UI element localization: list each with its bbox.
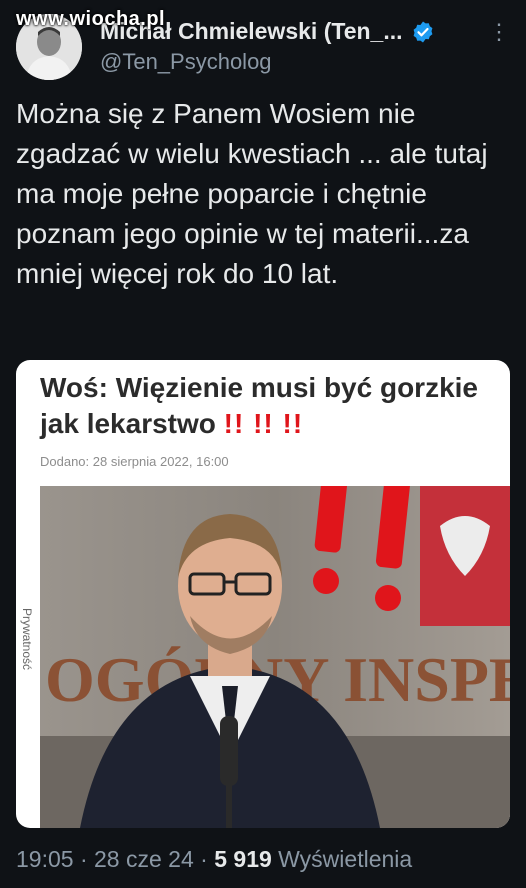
verified-badge-icon — [413, 21, 432, 42]
red-exclamations: !! !! !! — [223, 408, 304, 439]
tweet-date[interactable]: 28 cze 24 — [94, 846, 194, 872]
more-options-icon[interactable]: ⋮ — [488, 20, 510, 43]
tweet-meta: 19:05 · 28 cze 24 · 5 919 Wyświetlenia — [16, 846, 412, 873]
link-card-image[interactable]: Woś: Więzienie musi być gorzkie jak leka… — [16, 360, 510, 828]
meta-separator: · — [79, 846, 95, 872]
meta-separator: · — [200, 846, 215, 872]
views-count: 5 919 — [214, 846, 272, 872]
article-photo: OGÓLNY INSPE — [40, 486, 510, 828]
card-date: Dodano: 28 sierpnia 2022, 16:00 — [40, 454, 229, 469]
privacy-label-text: Prywatność — [20, 607, 34, 671]
watermark: www.wiocha.pl — [16, 8, 166, 30]
photo-illustration: OGÓLNY INSPE — [40, 486, 510, 828]
tweet-time[interactable]: 19:05 — [16, 846, 74, 872]
card-headline: Woś: Więzienie musi być gorzkie jak leka… — [40, 370, 500, 442]
author-handle[interactable]: @Ten_Psycholog — [100, 49, 510, 75]
views-label: Wyświetlenia — [278, 846, 413, 872]
tweet-text: Można się z Panem Wosiem nie zgadzać w w… — [16, 98, 488, 289]
privacy-label[interactable]: Prywatność — [16, 574, 38, 704]
